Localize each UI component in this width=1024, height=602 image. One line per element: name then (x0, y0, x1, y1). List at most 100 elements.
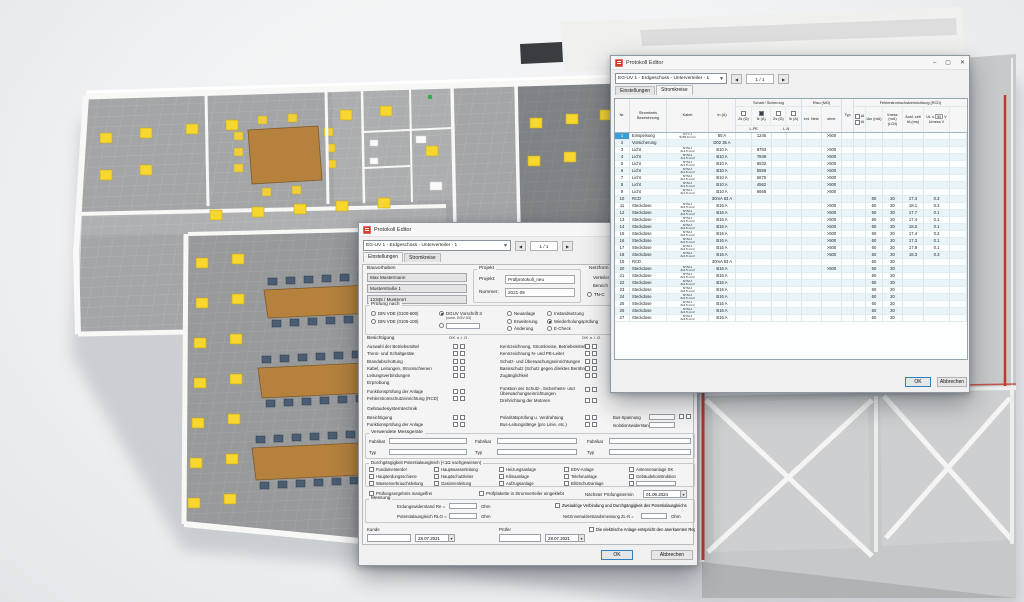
table-row[interactable]: 26SteckdoseNYM-J3x2.5 mm²B16 A6030 (615, 308, 967, 315)
table-row[interactable]: 16SteckdoseNYM-J3x2.5 mm²B16 A>500603017… (615, 238, 967, 245)
minimize-icon[interactable]: – (933, 56, 936, 70)
radio-selected[interactable] (547, 319, 552, 324)
radio[interactable] (507, 326, 512, 331)
zweiadrig-checkbox[interactable]: Zweiadrige Verbindung und Durchgängigkei… (555, 503, 687, 508)
potentialausgleich-checkbox[interactable] (434, 481, 439, 486)
table-row[interactable]: 27SteckdoseNYM-J3x2.5 mm²B16 A6030 (615, 315, 967, 322)
nio-checkbox[interactable] (592, 415, 597, 420)
radio[interactable] (439, 323, 444, 328)
table-row[interactable]: 6LichtNYM-J3x1.5 mm²B10 A5556>500 (615, 168, 967, 175)
ok-checkbox[interactable] (453, 366, 458, 371)
ok-checkbox[interactable] (453, 344, 458, 349)
nio-checkbox[interactable] (460, 396, 465, 401)
nio-checkbox[interactable] (592, 398, 597, 403)
pruefer-date[interactable]: 28.07.2021▾ (545, 534, 585, 542)
fabrikat-field-1[interactable] (389, 438, 467, 444)
table-row[interactable]: 20SteckdoseN­YM-J3x2.5 mm²B16 A>5006030 (615, 266, 967, 273)
potentialausgleich-checkbox[interactable] (434, 474, 439, 479)
potentialausgleich-other-field[interactable] (636, 481, 676, 486)
checkbox[interactable] (776, 111, 781, 116)
projekt-name-field[interactable]: Prüfprotokoll_neu (505, 275, 575, 284)
potentialausgleich-checkbox[interactable] (564, 467, 569, 472)
pruefung-option[interactable]: Neuanlage (507, 311, 537, 316)
potentialausgleich-checkbox[interactable] (499, 481, 504, 486)
radio[interactable] (547, 326, 552, 331)
nio-checkbox[interactable] (592, 422, 597, 427)
pruefung-option[interactable] (439, 323, 482, 329)
ok-checkbox[interactable] (453, 389, 458, 394)
verteiler-select[interactable]: EG-UV 1 - Erdgeschoss - Unterverteiler -… (615, 73, 727, 84)
table-row[interactable]: 23SteckdoseNYM-J3x2.5 mm²B16 A6030 (615, 287, 967, 294)
nio-checkbox[interactable] (460, 366, 465, 371)
nio-checkbox[interactable] (460, 359, 465, 364)
typ-field-1[interactable] (389, 449, 467, 455)
potentialausgleich-r-field[interactable] (449, 513, 477, 519)
radio[interactable] (547, 311, 552, 316)
nio-checkbox[interactable] (592, 366, 597, 371)
tab-einstellungen[interactable]: Einstellungen (363, 252, 403, 262)
nio-checkbox[interactable] (460, 351, 465, 356)
checkbox[interactable] (855, 114, 860, 119)
conform-checkbox[interactable]: Die elektrische Anlage entspricht den an… (589, 527, 695, 532)
potentialausgleich-checkbox[interactable] (629, 481, 634, 486)
nio-checkbox[interactable] (592, 373, 597, 378)
next-button[interactable]: ▶ (778, 74, 789, 84)
checkbox[interactable] (741, 111, 746, 116)
table-row[interactable]: 18SteckdoseNYM-J3x2.5 mm²B16 A>500603018… (615, 252, 967, 259)
table-row[interactable]: 22SteckdoseNYM-J3x2.5 mm²B16 A6030 (615, 280, 967, 287)
pruefung-option[interactable]: E-Check (547, 326, 598, 331)
plakette-checkbox[interactable]: Prüfplakette in Stromverteiler eingekleb… (479, 491, 564, 496)
verteiler-select[interactable]: EG-UV 1 - Erdgeschoss - Unterverteiler -… (363, 240, 511, 251)
ok-checkbox[interactable] (453, 415, 458, 420)
table-row[interactable]: 1EinspeisungNYY-J5x35.0 mm²80 A1245>500 (615, 133, 967, 140)
titlebar[interactable]: Protokoll Editor – ▢ ✕ (611, 56, 969, 70)
table-row[interactable]: 17SteckdoseNYM-J3x2.5 mm²B16 A>500603017… (615, 245, 967, 252)
netzinnenwiderstand-field[interactable] (641, 513, 667, 519)
fabrikat-field-3[interactable] (609, 438, 691, 444)
tab-stromkreise[interactable]: Stromkreise (656, 85, 693, 95)
tab-einstellungen[interactable]: Einstellungen (615, 86, 655, 95)
ok-checkbox[interactable] (453, 373, 458, 378)
nio-checkbox[interactable] (592, 351, 597, 356)
table-row[interactable]: 8LichtNYM-J3x1.5 mm²B10 A4562>500 (615, 182, 967, 189)
typ-field-2[interactable] (497, 449, 577, 455)
potentialausgleich-checkbox[interactable] (369, 467, 374, 472)
radio[interactable] (507, 319, 512, 324)
potentialausgleich-checkbox[interactable] (369, 474, 374, 479)
potentialausgleich-checkbox[interactable] (499, 467, 504, 472)
fabrikat-field-2[interactable] (497, 438, 577, 444)
pruefung-option[interactable]: DIN VDE (0100-600) (371, 311, 419, 316)
table-row[interactable]: 13SteckdoseNYM-J3x2.5 mm²B16 A>500603017… (615, 217, 967, 224)
tab-stromkreise[interactable]: Stromkreise (404, 253, 441, 262)
ok-button[interactable]: OK (601, 550, 633, 560)
bauvorhaben-street-field[interactable]: Musterstraße 1 (367, 284, 467, 293)
ok-checkbox[interactable] (585, 422, 590, 427)
pruefung-option[interactable]: DGUV Vorschrift 3(vorm. BGV A3) (439, 311, 482, 320)
table-row[interactable]: 21SteckdoseNYM-J3x2.5 mm²B16 A6030 (615, 273, 967, 280)
nio-checkbox[interactable] (460, 373, 465, 378)
bauvorhaben-name-field[interactable]: Max Mustermann (367, 273, 467, 282)
potentialausgleich-checkbox[interactable] (629, 474, 634, 479)
nio-checkbox[interactable] (460, 415, 465, 420)
potentialausgleich-checkbox[interactable] (434, 467, 439, 472)
radio-selected[interactable] (439, 311, 444, 316)
pruefung-option[interactable]: Änderung (507, 326, 537, 331)
ok-checkbox[interactable] (585, 366, 590, 371)
nio-checkbox[interactable] (592, 387, 597, 392)
table-row[interactable]: 5LichtNYM-J3x1.5 mm²B10 A6532>500 (615, 161, 967, 168)
pruefung-option[interactable]: Instandsetzung (547, 311, 598, 316)
ok-checkbox[interactable] (585, 351, 590, 356)
nio-checkbox[interactable] (460, 344, 465, 349)
table-row[interactable]: 25SteckdoseNYM-J3x2.5 mm²B16 A6030 (615, 301, 967, 308)
nio-checkbox[interactable] (460, 422, 465, 427)
prev-button[interactable]: ◀ (731, 74, 742, 84)
nio-checkbox[interactable] (460, 389, 465, 394)
ok-checkbox[interactable] (453, 422, 458, 427)
table-row[interactable]: 24SteckdoseNYM-J3x2.5 mm²B16 A6030 (615, 294, 967, 301)
ok-checkbox[interactable] (453, 351, 458, 356)
potentialausgleich-checkbox[interactable] (564, 474, 569, 479)
table-row[interactable]: 2VorsicherungD02 35 A (615, 140, 967, 147)
bus-spannung-field[interactable] (649, 414, 675, 420)
table-row[interactable]: 10RCD30mA 63 A603017.30.3 (615, 196, 967, 203)
table-row[interactable]: 9LichtNYM-J3x1.5 mm²B10 A6668>500 (615, 189, 967, 196)
